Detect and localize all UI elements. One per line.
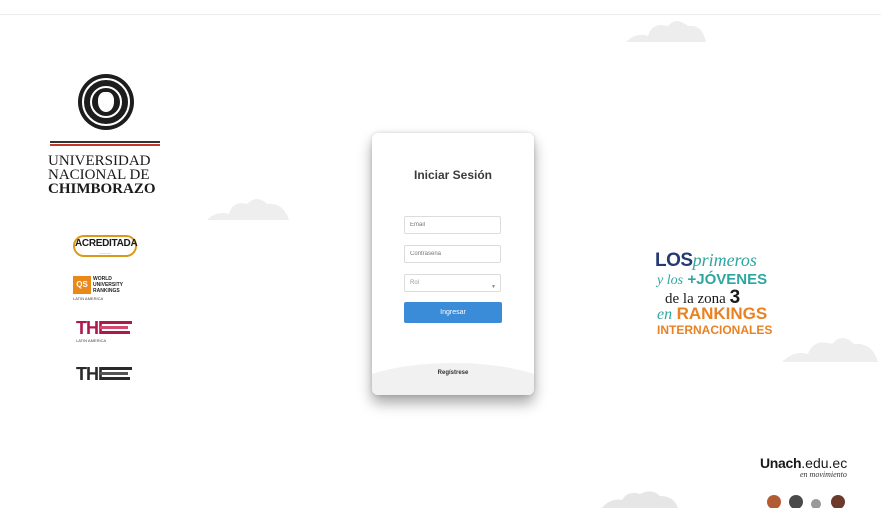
people-illustration — [767, 495, 845, 508]
unach-tagline: en movimiento — [800, 470, 847, 479]
cloud-right — [782, 338, 878, 362]
branding-rule-dark — [50, 141, 160, 143]
acreditada-badge: ACREDITADA ——— — [73, 235, 138, 257]
password-input[interactable] — [404, 245, 501, 263]
qs-rankings-badge: QS WORLD UNIVERSITY RANKINGS LATIN AMERI… — [73, 276, 124, 301]
login-title: Iniciar Sesión — [413, 168, 493, 182]
cloud-top-right — [626, 21, 706, 42]
unach-logo: Unach.edu.ec — [760, 455, 848, 471]
login-submit-button[interactable]: Ingresar — [404, 302, 502, 323]
the-rankings-badge-2: THE — [76, 364, 136, 390]
role-select[interactable]: Rol — [404, 274, 501, 292]
register-link[interactable]: Regístrese — [372, 370, 534, 376]
top-divider — [0, 14, 881, 15]
cloud-left — [207, 199, 289, 220]
university-name: UNIVERSIDAD NACIONAL DE CHIMBORAZO — [48, 153, 156, 197]
email-input[interactable] — [404, 216, 501, 234]
cloud-bottom — [602, 491, 678, 508]
branding-rule-red — [50, 144, 160, 146]
university-seal-icon — [78, 74, 134, 130]
login-card: Iniciar Sesión Rol ▼ Ingresar Regístrese — [372, 133, 534, 395]
card-footer — [372, 363, 534, 395]
role-select-placeholder: Rol — [410, 280, 420, 286]
the-rankings-badge-1: THE LATIN AMERICA — [76, 318, 136, 344]
chevron-down-icon: ▼ — [491, 284, 496, 290]
